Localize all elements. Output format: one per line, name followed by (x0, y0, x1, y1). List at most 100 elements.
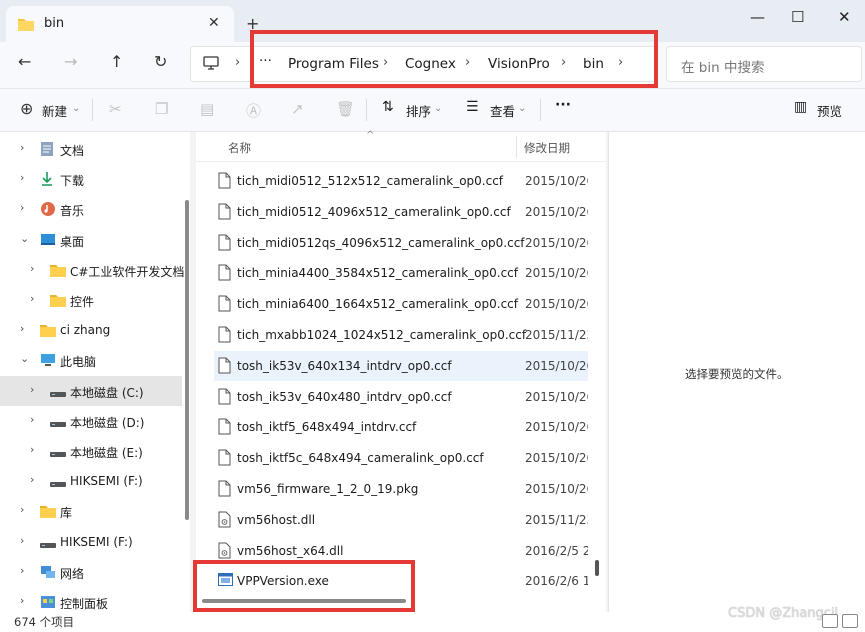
file-row[interactable]: vm56host.dll 2015/11/23 (214, 505, 588, 535)
sidebar-item[interactable]: › 下载 (0, 164, 182, 194)
paste-icon[interactable]: ▤ (200, 100, 214, 118)
delete-icon[interactable]: 🗑 (336, 100, 355, 118)
tiles-view-button[interactable] (842, 614, 858, 628)
chevron-right-icon[interactable]: › (30, 383, 34, 396)
file-row[interactable]: tich_minia6400_1664x512_cameralink_op0.c… (214, 289, 588, 319)
minimize-button[interactable]: — (750, 8, 765, 26)
tab-bin[interactable]: bin ✕ (6, 6, 234, 42)
file-row[interactable]: tosh_iktf5c_648x494_cameralink_op0.ccf 20… (214, 443, 588, 473)
window-close-button[interactable]: ✕ (838, 8, 851, 26)
up-button[interactable]: ↑ (110, 52, 123, 71)
breadcrumb-bin[interactable]: bin (583, 56, 604, 72)
sidebar-item[interactable]: ⌄ 桌面 (0, 225, 182, 255)
folder-icon (18, 16, 34, 35)
refresh-button[interactable]: ↻ (154, 52, 167, 71)
monitor-icon (203, 55, 219, 74)
chevron-right-icon[interactable]: › (30, 292, 34, 305)
chevron-down-icon[interactable]: ⌄ (20, 352, 29, 365)
tab-title: bin (44, 16, 65, 31)
file-row[interactable]: tosh_ik53v_640x480_intdrv_op0.ccf 2015/10… (214, 382, 588, 412)
column-header-date[interactable]: 修改日期 (524, 140, 570, 156)
address-bar[interactable]: › ··· Program Files › Cognex › VisionPro… (190, 46, 658, 82)
breadcrumb-separator: › (465, 55, 471, 70)
title-bar: bin ✕ + — ☐ ✕ (0, 0, 865, 42)
file-row[interactable]: tich_midi0512qs_4096x512_cameralink_op0.… (214, 228, 588, 258)
music-icon (40, 201, 56, 221)
sidebar-item[interactable]: › 文档 (0, 134, 182, 164)
sidebar-item[interactable]: › 控件 (0, 285, 182, 315)
file-row[interactable]: tich_midi0512_512x512_cameralink_op0.ccf… (214, 166, 588, 196)
tab-close-icon[interactable]: ✕ (208, 15, 220, 31)
sidebar-item[interactable]: › C#工业软件开发文档 (0, 255, 184, 285)
column-divider[interactable] (516, 136, 517, 158)
breadcrumb-separator: › (561, 55, 567, 70)
chevron-right-icon[interactable]: › (30, 413, 34, 426)
chevron-right-icon[interactable]: › (20, 141, 24, 154)
file-row[interactable]: tich_minia4400_3584x512_cameralink_op0.c… (214, 258, 588, 288)
sidebar-item[interactable]: › 音乐 (0, 194, 182, 224)
chevron-down-icon[interactable]: ⌄ (20, 232, 29, 245)
chevron-right-icon[interactable]: › (20, 171, 24, 184)
file-row[interactable]: tosh_ik53v_640x134_intdrv_op0.ccf 2015/10… (214, 350, 588, 381)
file-row[interactable]: tosh_iktf5_648x494_intdrv.ccf 2015/10/26 (214, 412, 588, 442)
sidebar-item-label: 本地磁盘 (D:) (70, 415, 145, 430)
file-row[interactable]: tich_mxabb1024_1024x512_cameralink_op0.c… (214, 320, 588, 350)
breadcrumb-separator: › (235, 55, 241, 70)
maximize-button[interactable]: ☐ (791, 8, 804, 26)
column-header-name[interactable]: 名称 (228, 140, 251, 156)
file-row[interactable]: vm56host_x64.dll 2016/2/5 21 (214, 536, 588, 566)
share-icon[interactable]: ↗ (291, 100, 304, 118)
sidebar-scrollbar[interactable] (185, 200, 189, 520)
copy-icon[interactable]: ❐ (155, 100, 168, 118)
sort-button[interactable]: 排序 (406, 101, 431, 120)
sidebar-item-label: 控制面板 (60, 597, 109, 611)
file-row[interactable]: tich_midi0512_4096x512_cameralink_op0.cc… (214, 197, 588, 227)
chevron-right-icon[interactable]: › (30, 262, 34, 275)
sidebar-item[interactable]: ⌄ 此电脑 (0, 345, 182, 375)
file-date: 2015/11/23 (525, 328, 588, 342)
back-button[interactable]: ← (18, 52, 31, 71)
sidebar-item[interactable]: › ci zhang (0, 315, 182, 345)
forward-button[interactable]: → (64, 52, 77, 71)
sidebar-item[interactable]: › 库 (0, 496, 182, 526)
new-tab-button[interactable]: + (246, 14, 259, 33)
rename-icon[interactable]: Ⓐ (246, 100, 261, 121)
search-input[interactable]: 在 bin 中搜索 (666, 46, 862, 82)
breadcrumb-overflow-button[interactable]: ··· (259, 53, 272, 69)
cut-icon[interactable]: ✂ (109, 100, 122, 118)
sidebar-item[interactable]: › 本地磁盘 (E:) (0, 436, 182, 466)
file-name: vm56host.dll (237, 512, 316, 527)
file-list-horizontal-scrollbar[interactable] (202, 599, 406, 603)
chevron-right-icon[interactable]: › (20, 564, 24, 577)
new-button[interactable]: 新建 (42, 101, 67, 120)
chevron-right-icon[interactable]: › (30, 473, 34, 486)
file-date: 2015/10/26 (525, 389, 588, 404)
chevron-right-icon[interactable]: › (20, 594, 24, 607)
chevron-right-icon[interactable]: › (20, 201, 24, 214)
breadcrumb-visionpro[interactable]: VisionPro (488, 56, 550, 72)
chevron-right-icon[interactable]: › (20, 322, 24, 335)
sidebar-item[interactable]: › HIKSEMI (F:) (0, 466, 182, 496)
chevron-right-icon[interactable]: › (20, 503, 24, 516)
preview-button[interactable]: 预览 (817, 101, 842, 120)
sidebar-item-label: ci zhang (60, 323, 111, 338)
view-button[interactable]: 查看 (490, 101, 515, 120)
breadcrumb-cognex[interactable]: Cognex (405, 56, 456, 72)
breadcrumb-separator: › (618, 55, 624, 70)
chevron-right-icon[interactable]: › (30, 443, 34, 456)
folder-icon (40, 322, 56, 341)
sidebar-item[interactable]: › 网络 (0, 557, 182, 587)
file-row[interactable]: vm56_firmware_1_2_0_19.pkg 2015/10/26 (214, 474, 588, 504)
details-view-button[interactable] (822, 614, 838, 628)
sidebar-item[interactable]: › 本地磁盘 (D:) (0, 406, 182, 436)
file-date: 2015/10/26 (525, 297, 588, 312)
sidebar-item[interactable]: › 本地磁盘 (C:) (0, 375, 182, 406)
file-list-vertical-scrollbar[interactable] (595, 560, 599, 576)
sidebar-item[interactable]: › HIKSEMI (F:) (0, 527, 182, 557)
more-options-button[interactable]: ··· (555, 97, 571, 113)
chevron-right-icon[interactable]: › (20, 534, 24, 547)
breadcrumb-program-files[interactable]: Program Files (288, 56, 379, 72)
file-name: tosh_ik53v_640x134_intdrv_op0.ccf (237, 358, 452, 373)
document-icon (40, 141, 54, 161)
file-row[interactable]: VPPVersion.exe 2016/2/6 1: (214, 566, 588, 596)
